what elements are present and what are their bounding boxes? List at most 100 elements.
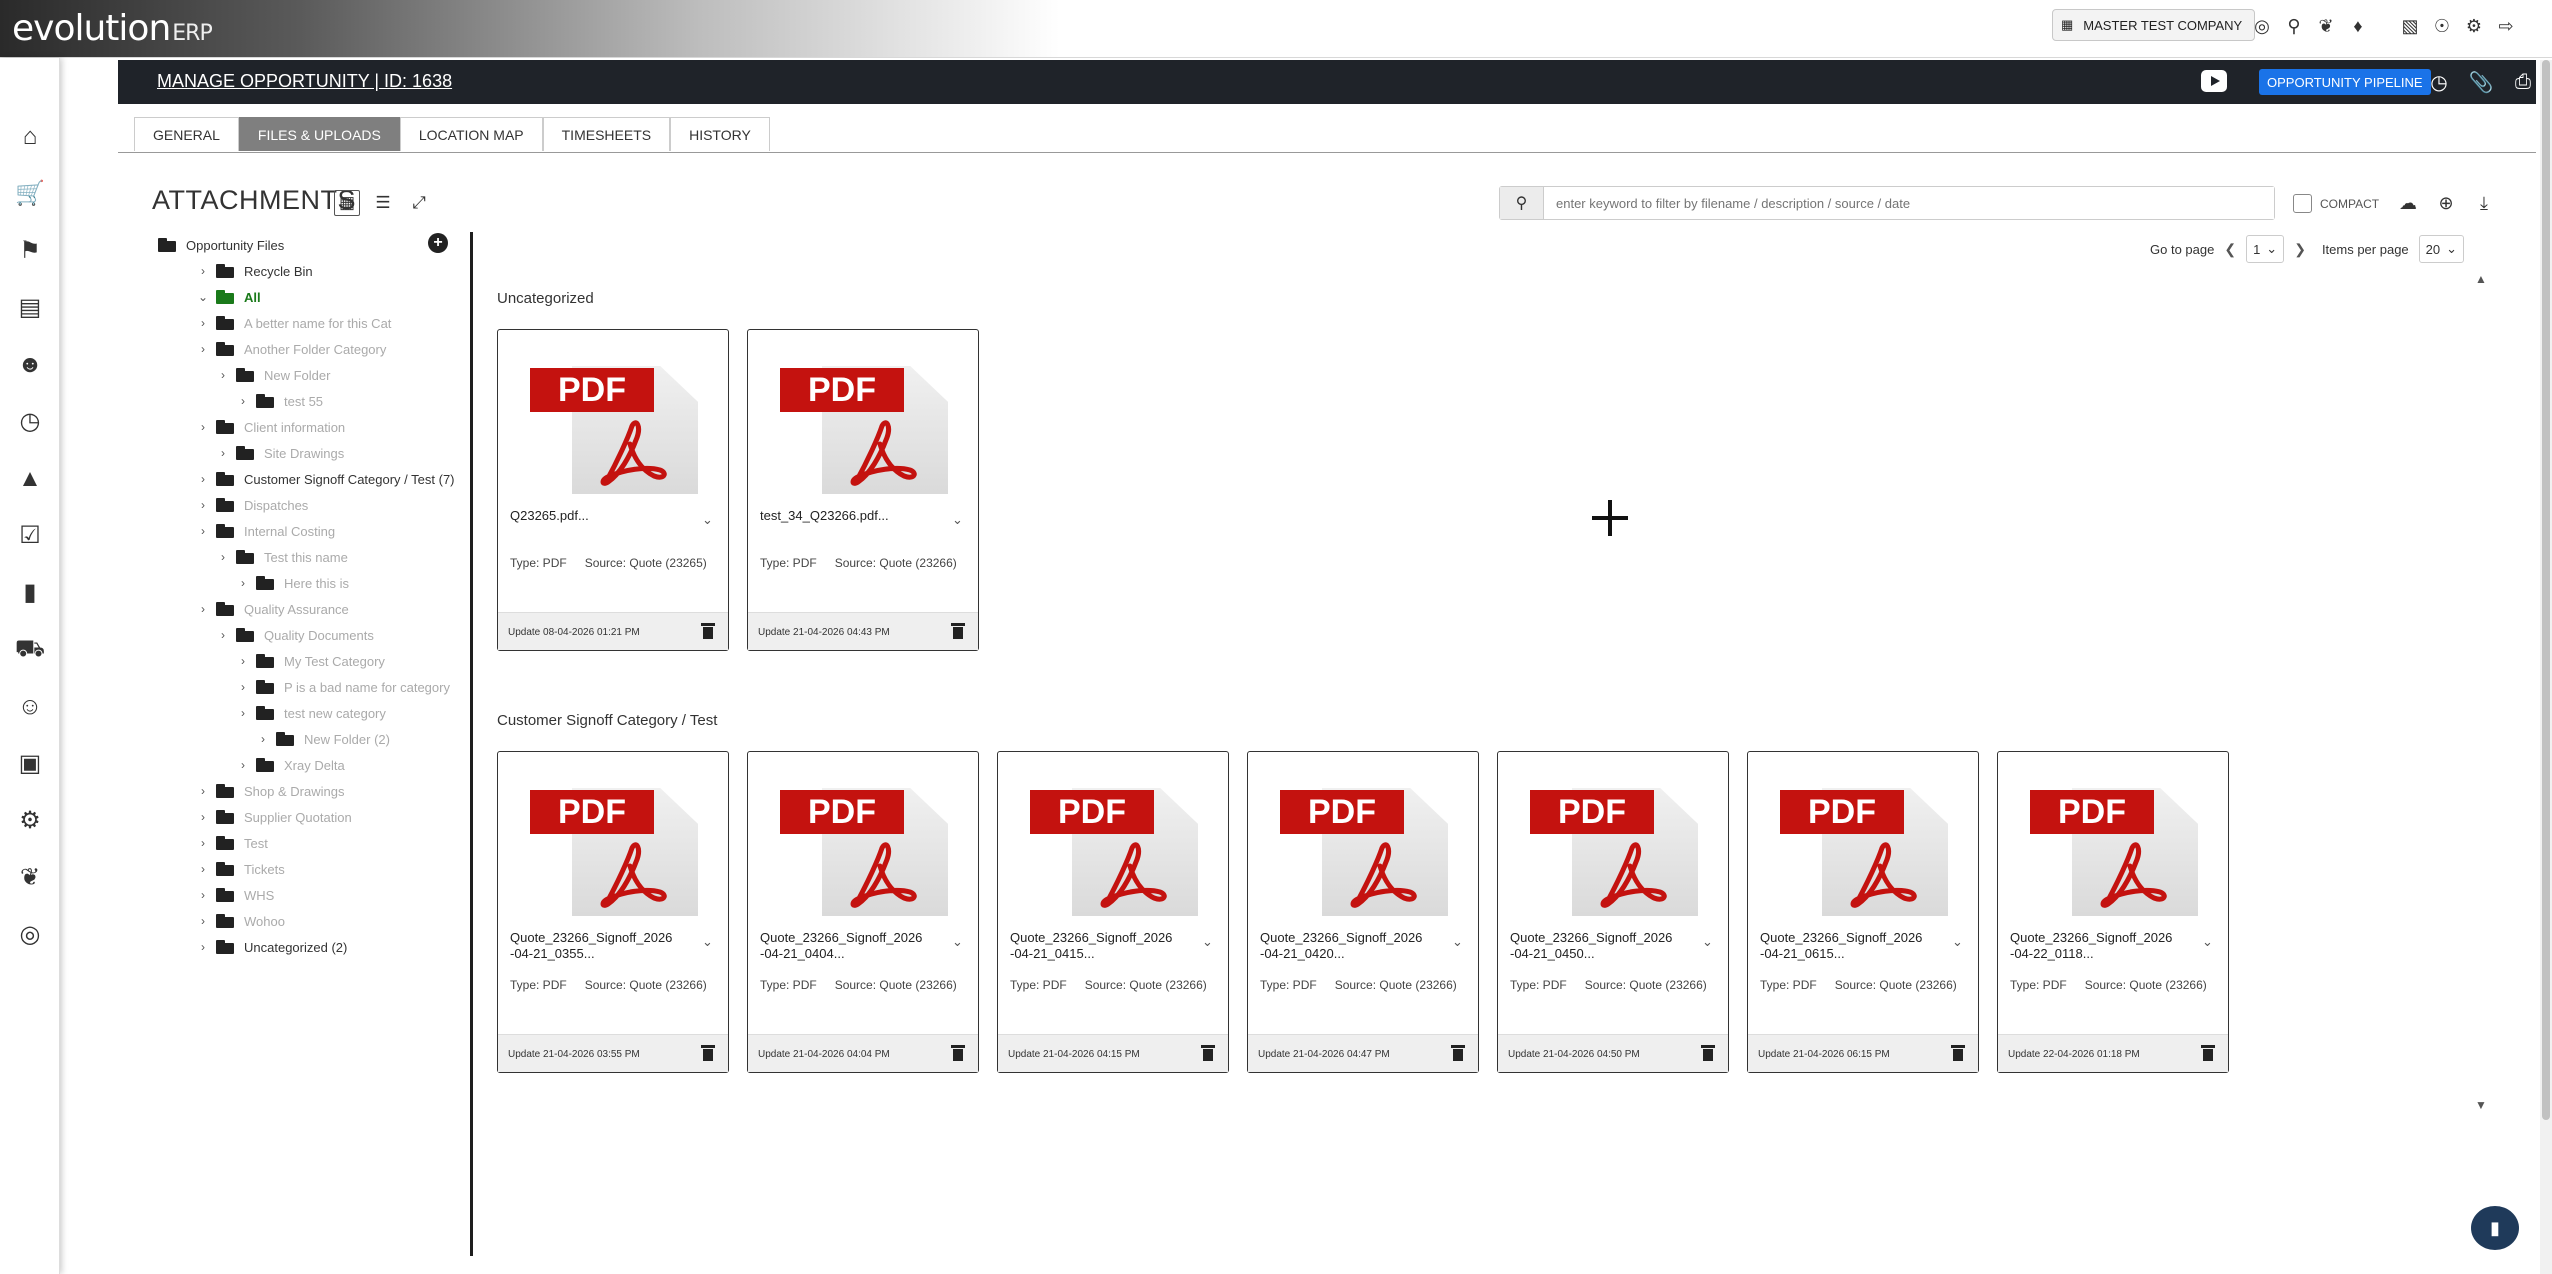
hide-icon[interactable]: ☁ xyxy=(2394,190,2422,216)
page-scrollbar[interactable] xyxy=(2540,60,2552,1274)
user-icon[interactable]: ☉ xyxy=(2426,12,2458,40)
chevron-right-icon[interactable]: › xyxy=(196,524,210,538)
file-card[interactable]: PDF Quote_23266_Signoff_2026 -04-21_0450.… xyxy=(1497,751,1729,1073)
panel-divider[interactable] xyxy=(470,232,473,1256)
clock-icon[interactable]: ◷ xyxy=(0,393,60,450)
tree-item[interactable]: › Recycle Bin xyxy=(152,258,462,284)
file-name[interactable]: test_34_Q23266.pdf... xyxy=(760,508,940,524)
chevron-right-icon[interactable]: › xyxy=(196,602,210,616)
toolbox-icon[interactable]: ▣ xyxy=(0,735,60,792)
tree-item[interactable]: › Site Drawings xyxy=(152,440,462,466)
chevron-down-icon[interactable]: ⌄ xyxy=(1952,934,1963,950)
file-name[interactable]: Quote_23266_Signoff_2026 -04-21_0404... xyxy=(760,930,940,962)
history-add-icon[interactable]: ◷ xyxy=(2424,69,2454,95)
tree-item[interactable]: › Client information xyxy=(152,414,462,440)
file-name[interactable]: Quote_23266_Signoff_2026 -04-21_0415... xyxy=(1010,930,1190,962)
chevron-right-icon[interactable]: › xyxy=(216,550,230,564)
trash-icon[interactable] xyxy=(1701,1045,1715,1061)
tree-item[interactable]: › A better name for this Cat xyxy=(152,310,462,336)
pdf-icon[interactable]: PDF xyxy=(2030,784,2198,918)
video-icon[interactable] xyxy=(2201,70,2227,92)
trash-icon[interactable] xyxy=(701,623,715,639)
chevron-down-icon[interactable]: ⌄ xyxy=(1702,934,1713,950)
file-name[interactable]: Quote_23266_Signoff_2026 -04-21_0420... xyxy=(1260,930,1440,962)
tree-item[interactable]: › Wohoo xyxy=(152,908,462,934)
pdf-icon[interactable]: PDF xyxy=(1030,784,1198,918)
chevron-right-icon[interactable]: › xyxy=(216,628,230,642)
tree-item[interactable]: › Supplier Quotation xyxy=(152,804,462,830)
tree-item[interactable]: › Internal Costing xyxy=(152,518,462,544)
file-card[interactable]: PDF Q23265.pdf... ⌄ Type: PDF Source: Quote … xyxy=(497,329,729,651)
file-name[interactable]: Quote_23266_Signoff_2026 -04-22_0118... xyxy=(2010,930,2190,962)
pdf-icon[interactable]: PDF xyxy=(780,784,948,918)
support-icon[interactable]: ◎ xyxy=(0,906,60,963)
trash-icon[interactable] xyxy=(951,1045,965,1061)
pdf-icon[interactable]: PDF xyxy=(530,362,698,496)
factory-icon[interactable]: ▲ xyxy=(0,450,60,507)
tree-item[interactable]: › New Folder xyxy=(152,362,462,388)
settings-icon[interactable]: ⚙ xyxy=(2458,12,2490,40)
chevron-right-icon[interactable]: › xyxy=(236,680,250,694)
pdf-icon[interactable]: PDF xyxy=(530,784,698,918)
chevron-right-icon[interactable]: › xyxy=(236,654,250,668)
chevron-down-icon[interactable]: ⌄ xyxy=(1452,934,1463,950)
trash-icon[interactable] xyxy=(951,623,965,639)
chevron-down-icon[interactable]: ⌄ xyxy=(1202,934,1213,950)
prev-page-icon[interactable]: ❮ xyxy=(2224,241,2236,258)
chevron-right-icon[interactable]: › xyxy=(236,394,250,408)
file-name[interactable]: Quote_23266_Signoff_2026 -04-21_0450... xyxy=(1510,930,1690,962)
tree-item[interactable]: › Another Folder Category xyxy=(152,336,462,362)
scroll-up-icon[interactable]: ▲ xyxy=(2475,272,2487,286)
chevron-right-icon[interactable]: › xyxy=(196,940,210,954)
tree-item[interactable]: › Customer Signoff Category / Test (7) xyxy=(152,466,462,492)
file-card[interactable]: PDF Quote_23266_Signoff_2026 -04-22_0118.… xyxy=(1997,751,2229,1073)
chart-icon[interactable]: ▮ xyxy=(0,564,60,621)
search-icon[interactable]: ⚲ xyxy=(1500,187,1544,219)
company-selector[interactable]: ▦ MASTER TEST COMPANY xyxy=(2052,9,2256,41)
tree-item[interactable]: › Dispatches xyxy=(152,492,462,518)
pdf-icon[interactable]: PDF xyxy=(1530,784,1698,918)
app-logo[interactable]: evolution ERP xyxy=(12,8,213,49)
compact-checkbox[interactable] xyxy=(2293,194,2312,213)
tab-timesheets[interactable]: TIMESHEETS xyxy=(542,117,671,151)
cart-icon[interactable]: 🛒 xyxy=(0,165,60,222)
tree-item[interactable]: › New Folder (2) xyxy=(152,726,462,752)
home-icon[interactable]: ⌂ xyxy=(0,108,60,165)
tree-item[interactable]: › Quality Assurance xyxy=(152,596,462,622)
list-view-icon[interactable]: ☰ xyxy=(370,190,396,216)
pdf-icon[interactable]: PDF xyxy=(780,362,948,496)
file-card[interactable]: PDF test_34_Q23266.pdf... ⌄ Type: PDF Source… xyxy=(747,329,979,651)
next-page-icon[interactable]: ❯ xyxy=(2294,241,2306,258)
trash-icon[interactable] xyxy=(1951,1045,1965,1061)
logout-icon[interactable]: ⇨ xyxy=(2490,12,2522,40)
plugin-icon[interactable]: ❦ xyxy=(0,849,60,906)
search-icon[interactable]: ⚲ xyxy=(2278,12,2310,40)
chevron-right-icon[interactable]: › xyxy=(196,836,210,850)
tree-item[interactable]: › test new category xyxy=(152,700,462,726)
tree-item[interactable]: › Test this name xyxy=(152,544,462,570)
page-select[interactable]: 1 ⌄ xyxy=(2246,235,2285,263)
trash-icon[interactable] xyxy=(701,1045,715,1061)
file-card[interactable]: PDF Quote_23266_Signoff_2026 -04-21_0355.… xyxy=(497,751,729,1073)
opportunity-pipeline-button[interactable]: OPPORTUNITY PIPELINE xyxy=(2259,69,2431,95)
chevron-down-icon[interactable]: ⌄ xyxy=(196,290,210,304)
add-circle-icon[interactable]: ⊕ xyxy=(2432,190,2460,216)
support-icon[interactable]: ◎ xyxy=(2246,12,2278,40)
file-card[interactable]: PDF Quote_23266_Signoff_2026 -04-21_0404.… xyxy=(747,751,979,1073)
chevron-right-icon[interactable]: › xyxy=(196,316,210,330)
file-name[interactable]: Quote_23266_Signoff_2026 -04-21_0615... xyxy=(1760,930,1940,962)
chevron-right-icon[interactable]: › xyxy=(196,264,210,278)
user-assign-icon[interactable]: ☻ xyxy=(0,336,60,393)
people-icon[interactable]: ☺ xyxy=(0,678,60,735)
tab-general[interactable]: GENERAL xyxy=(134,117,239,151)
items-per-page-select[interactable]: 20 ⌄ xyxy=(2418,235,2465,263)
chevron-right-icon[interactable]: › xyxy=(196,342,210,356)
trash-icon[interactable] xyxy=(1451,1045,1465,1061)
tree-item[interactable]: › My Test Category xyxy=(152,648,462,674)
tree-item[interactable]: › test 55 xyxy=(152,388,462,414)
pdf-icon[interactable]: PDF xyxy=(1280,784,1448,918)
page-title[interactable]: MANAGE OPPORTUNITY | ID: 1638 xyxy=(157,71,452,92)
chevron-right-icon[interactable]: › xyxy=(196,420,210,434)
file-name[interactable]: Q23265.pdf... xyxy=(510,508,690,524)
tree-item[interactable]: › Test xyxy=(152,830,462,856)
